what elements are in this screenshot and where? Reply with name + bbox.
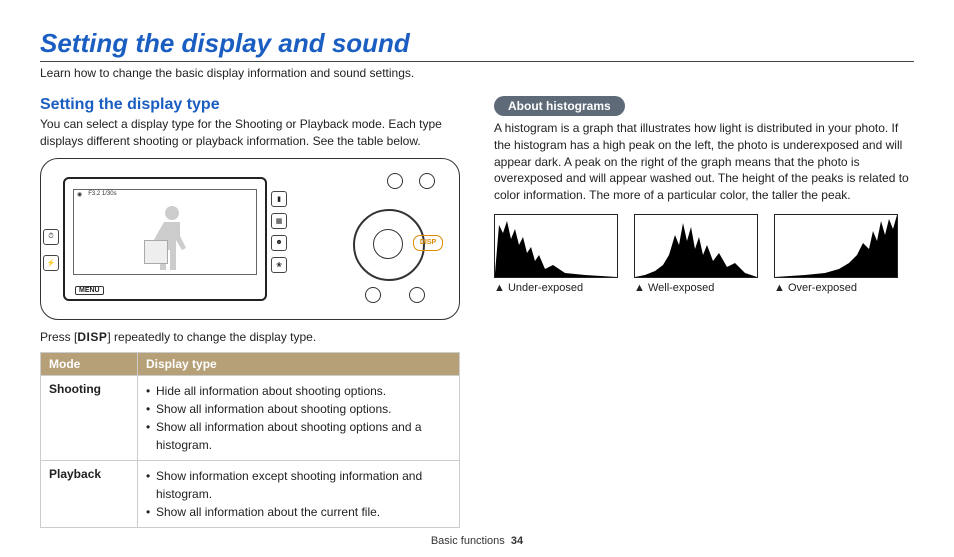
grid-icon: ▦ [271,213,287,229]
list-item: Show all information about shooting opti… [146,400,451,418]
screen-right-icons: ▮ ▦ ☻ ❀ [271,191,287,273]
histogram-caption: ▲ Over-exposed [774,282,896,294]
press-instruction: Press [DISP] repeatedly to change the di… [40,330,460,344]
histogram-row: ▲ Under-exposed ▲ Well-exposed ▲ Over-ex… [494,214,914,294]
title-rule [40,61,914,62]
list-item: Show all information about the current f… [146,503,451,521]
page-number: 34 [511,535,523,547]
button-icon [387,173,403,189]
table-row: Playback Show information except shootin… [41,460,460,527]
intro-text: Learn how to change the basic display in… [40,66,914,80]
screen-left-icons: ⏱ ⚡ [43,229,59,271]
histogram-box [774,214,898,278]
page-footer: Basic functions 34 [0,535,954,547]
mode-cell: Playback [41,460,138,527]
section-heading-display-type: Setting the display type [40,96,460,114]
focus-box-icon [144,240,168,264]
camera-viewport [73,189,257,275]
menu-button-icon: MENU [75,286,104,295]
histogram-box [494,214,618,278]
camera-controls-area: DISP [303,173,443,303]
display-type-table: Mode Display type Shooting Hide all info… [40,352,460,528]
right-column: About histograms A histogram is a graph … [494,96,914,528]
lower-button-1-icon [409,287,425,303]
indicator-dot-icon [419,173,435,189]
type-cell: Show information except shooting informa… [138,460,460,527]
page-title: Setting the display and sound [40,28,914,59]
histogram-over-exposed: ▲ Over-exposed [774,214,896,294]
histogram-para: A histogram is a graph that illustrates … [494,120,914,204]
face-icon: ☻ [271,235,287,251]
table-row: Shooting Hide all information about shoo… [41,375,460,460]
about-histograms-pill: About histograms [494,96,625,116]
disp-key-label: DISP [77,330,107,344]
battery-icon: ▮ [271,191,287,207]
histogram-caption: ▲ Under-exposed [494,282,616,294]
footer-section: Basic functions [431,535,505,547]
histogram-well-exposed: ▲ Well-exposed [634,214,756,294]
list-item: Show all information about shooting opti… [146,418,451,454]
left-column: Setting the display type You can select … [40,96,460,528]
list-item: Show information except shooting informa… [146,467,451,503]
disp-button-icon: DISP [413,235,443,251]
timer-icon: ⏱ [43,229,59,245]
display-type-para: You can select a display type for the Sh… [40,116,460,150]
camera-illustration: ◉ F3.2 1/30s ⏱ ⚡ ▮ [40,158,460,320]
ok-button-icon [373,229,403,259]
lower-button-2-icon [365,287,381,303]
histogram-caption: ▲ Well-exposed [634,282,756,294]
th-display-type: Display type [138,352,460,375]
histogram-under-exposed: ▲ Under-exposed [494,214,616,294]
camera-screen: ◉ F3.2 1/30s ⏱ ⚡ ▮ [63,177,267,301]
flash-icon: ⚡ [43,255,59,271]
mode-cell: Shooting [41,375,138,460]
th-mode: Mode [41,352,138,375]
histogram-box [634,214,758,278]
macro-icon: ❀ [271,257,287,273]
list-item: Hide all information about shooting opti… [146,382,451,400]
type-cell: Hide all information about shooting opti… [138,375,460,460]
